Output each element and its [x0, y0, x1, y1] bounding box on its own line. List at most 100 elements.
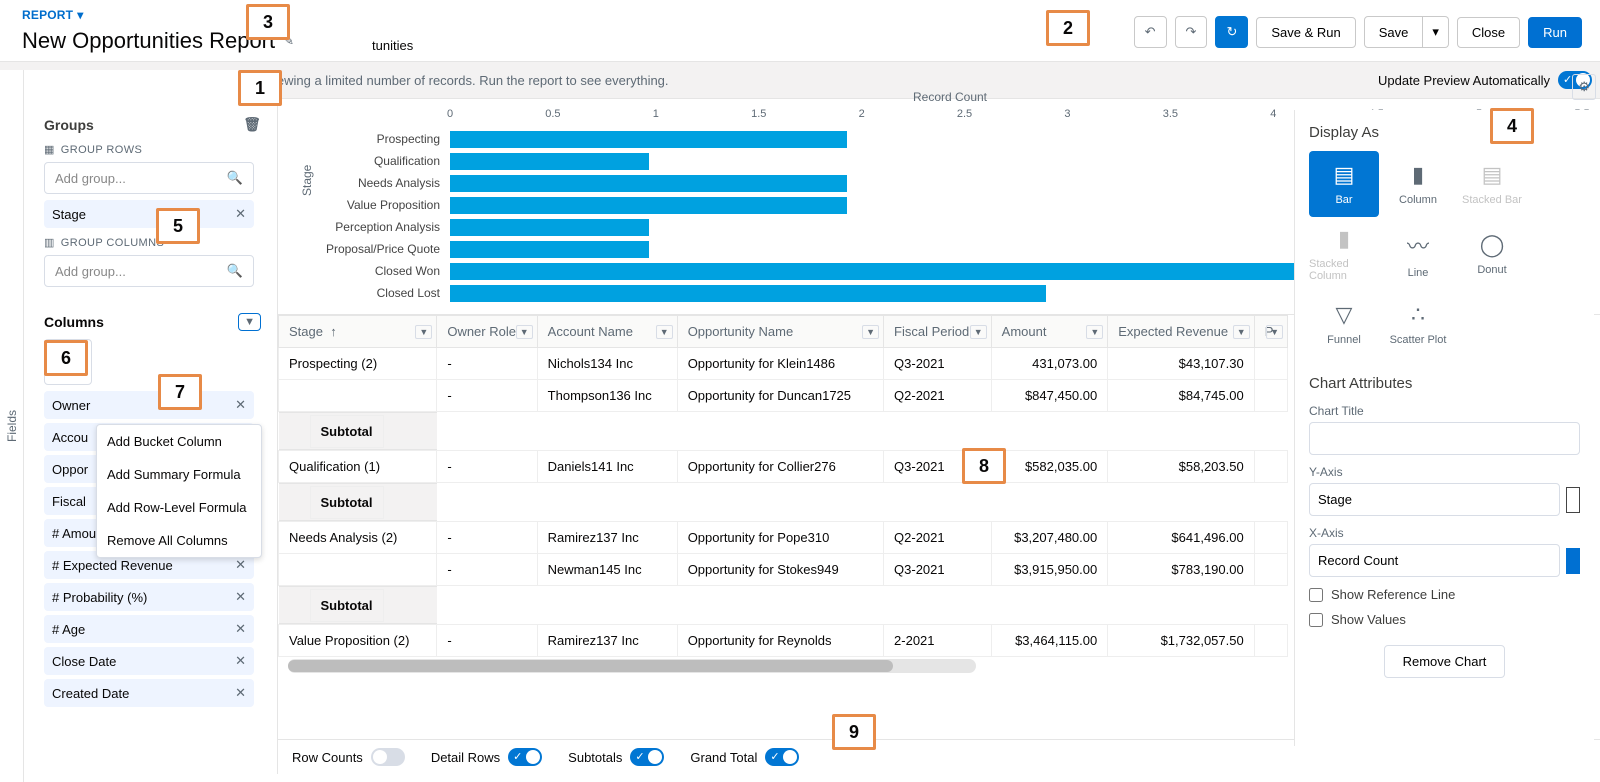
chevron-down-icon[interactable]: ▼ [970, 325, 987, 339]
xaxis-select[interactable] [1309, 544, 1560, 577]
chart-attributes-heading: Chart Attributes [1309, 375, 1580, 392]
rows-icon: ▦ [44, 143, 55, 156]
table-header[interactable]: P▼ [1254, 316, 1287, 348]
table-header[interactable]: Opportunity Name▼ [677, 316, 883, 348]
xtick: 1.5 [751, 108, 766, 120]
table-header[interactable]: Stage ↑▼ [279, 316, 437, 348]
chevron-down-icon[interactable]: ▼ [1266, 325, 1283, 339]
show-values-checkbox[interactable]: Show Values [1309, 612, 1580, 627]
remove-chart-button[interactable]: Remove Chart [1384, 645, 1506, 678]
close-icon[interactable]: ✕ [235, 557, 246, 573]
close-icon[interactable]: ✕ [235, 685, 246, 701]
yaxis-select[interactable] [1309, 483, 1560, 516]
refresh-button[interactable]: ↻ [1215, 16, 1248, 48]
callout-8: 8 [962, 448, 1006, 484]
display-option-column[interactable]: ▮Column [1383, 151, 1453, 217]
callout-2: 2 [1046, 10, 1090, 46]
callout-1: 1 [238, 70, 282, 106]
chevron-down-icon[interactable]: ▼ [415, 325, 432, 339]
report-title: New Opportunities Report [22, 28, 275, 54]
row-counts-label: Row Counts [292, 750, 363, 765]
chart-type-icon: ▤ [1482, 162, 1503, 188]
redo-button[interactable]: ↷ [1175, 16, 1208, 48]
column-pill[interactable]: Close Date✕ [44, 647, 254, 675]
close-icon[interactable]: ✕ [235, 206, 246, 222]
menu-remove-all[interactable]: Remove All Columns [97, 524, 261, 557]
chevron-down-icon[interactable]: ▼ [1233, 325, 1250, 339]
subtotals-toggle[interactable]: ✓ [630, 748, 664, 766]
table-header[interactable]: Fiscal Period▼ [884, 316, 992, 348]
table-row: Subtotal [279, 586, 437, 624]
table-header[interactable]: Owner Role▼ [437, 316, 537, 348]
table-header[interactable]: Expected Revenue▼ [1108, 316, 1254, 348]
display-option-stacked-bar[interactable]: ▤Stacked Bar [1457, 151, 1527, 217]
close-button[interactable]: Close [1457, 17, 1520, 48]
chart-type-icon: ▮ [1338, 226, 1350, 252]
trash-icon[interactable]: 🗑 [243, 116, 261, 133]
close-icon[interactable]: ✕ [235, 621, 246, 637]
chart-title-label: Chart Title [1309, 404, 1580, 418]
chevron-down-icon[interactable]: ▼ [516, 325, 533, 339]
callout-4: 4 [1490, 108, 1534, 144]
row-counts-toggle[interactable] [371, 748, 405, 766]
menu-add-rowlevel[interactable]: Add Row-Level Formula [97, 491, 261, 524]
display-option-bar[interactable]: ▤Bar [1309, 151, 1379, 217]
menu-add-bucket[interactable]: Add Bucket Column [97, 425, 261, 458]
xaxis-swatch[interactable] [1566, 548, 1580, 574]
report-type-label[interactable]: REPORT ▾ [22, 8, 419, 22]
menu-add-summary[interactable]: Add Summary Formula [97, 458, 261, 491]
table-header[interactable]: Amount▼ [991, 316, 1108, 348]
columns-dropdown-trigger[interactable]: ▼ [238, 313, 261, 331]
subtotals-label: Subtotals [568, 750, 622, 765]
add-group-cols-input[interactable]: Add group...🔍 [44, 255, 254, 287]
xtick: 2.5 [957, 108, 972, 120]
table-row: Value Proposition (2)-Ramirez137 IncOppo… [279, 625, 1288, 657]
table-header[interactable]: Account Name▼ [537, 316, 677, 348]
group-pill-stage[interactable]: Stage✕ [44, 200, 254, 228]
chart-type-icon: ▽ [1336, 302, 1353, 328]
chevron-down-icon[interactable]: ▼ [656, 325, 673, 339]
display-option-donut[interactable]: ◯Donut [1457, 221, 1527, 287]
xtick: 3.5 [1163, 108, 1178, 120]
display-option-stacked-column[interactable]: ▮Stacked Column [1309, 221, 1379, 287]
table-row: Prospecting (2)-Nichols134 IncOpportunit… [279, 348, 1288, 380]
add-group-rows-input[interactable]: Add group...🔍 [44, 162, 254, 194]
column-pill[interactable]: # Probability (%)✕ [44, 583, 254, 611]
chart-type-icon: ∴ [1411, 302, 1425, 328]
column-pill[interactable]: Owner✕ [44, 391, 254, 419]
display-option-line[interactable]: 〰Line [1383, 221, 1453, 287]
ref-line-checkbox[interactable]: Show Reference Line [1309, 587, 1580, 602]
save-dropdown[interactable]: ▾ [1423, 16, 1449, 48]
chart-type-icon: ◯ [1480, 232, 1505, 258]
horizontal-scrollbar[interactable] [288, 659, 976, 673]
columns-context-menu: Add Bucket Column Add Summary Formula Ad… [96, 424, 262, 558]
yaxis-swatch[interactable] [1566, 487, 1580, 513]
callout-6: 6 [44, 340, 88, 376]
grand-total-toggle[interactable]: ✓ [765, 748, 799, 766]
xaxis-label: X-Axis [1309, 526, 1580, 540]
chevron-down-icon[interactable]: ▼ [1086, 325, 1103, 339]
display-option-scatter-plot[interactable]: ∴Scatter Plot [1383, 291, 1453, 357]
chart-title-input[interactable] [1309, 422, 1580, 455]
chevron-down-icon[interactable]: ▼ [862, 325, 879, 339]
columns-heading: Columns [44, 314, 104, 330]
bar-label: Closed Lost [320, 286, 450, 300]
close-icon[interactable]: ✕ [235, 589, 246, 605]
bar-label: Perception Analysis [320, 220, 450, 234]
callout-3: 3 [246, 4, 290, 40]
save-run-button[interactable]: Save & Run [1256, 17, 1355, 48]
callout-7: 7 [158, 374, 202, 410]
fields-panel-toggle[interactable]: Fields [0, 70, 24, 782]
undo-button[interactable]: ↶ [1134, 16, 1167, 48]
detail-rows-toggle[interactable]: ✓ [508, 748, 542, 766]
save-button[interactable]: Save [1364, 16, 1424, 48]
bar-label: Prospecting [320, 132, 450, 146]
run-button[interactable]: Run [1528, 17, 1582, 48]
close-icon[interactable]: ✕ [235, 397, 246, 413]
column-pill[interactable]: Created Date✕ [44, 679, 254, 707]
close-icon[interactable]: ✕ [235, 653, 246, 669]
column-pill[interactable]: # Age✕ [44, 615, 254, 643]
callout-5: 5 [156, 208, 200, 244]
display-option-funnel[interactable]: ▽Funnel [1309, 291, 1379, 357]
chart-y-title: Stage [300, 165, 314, 196]
